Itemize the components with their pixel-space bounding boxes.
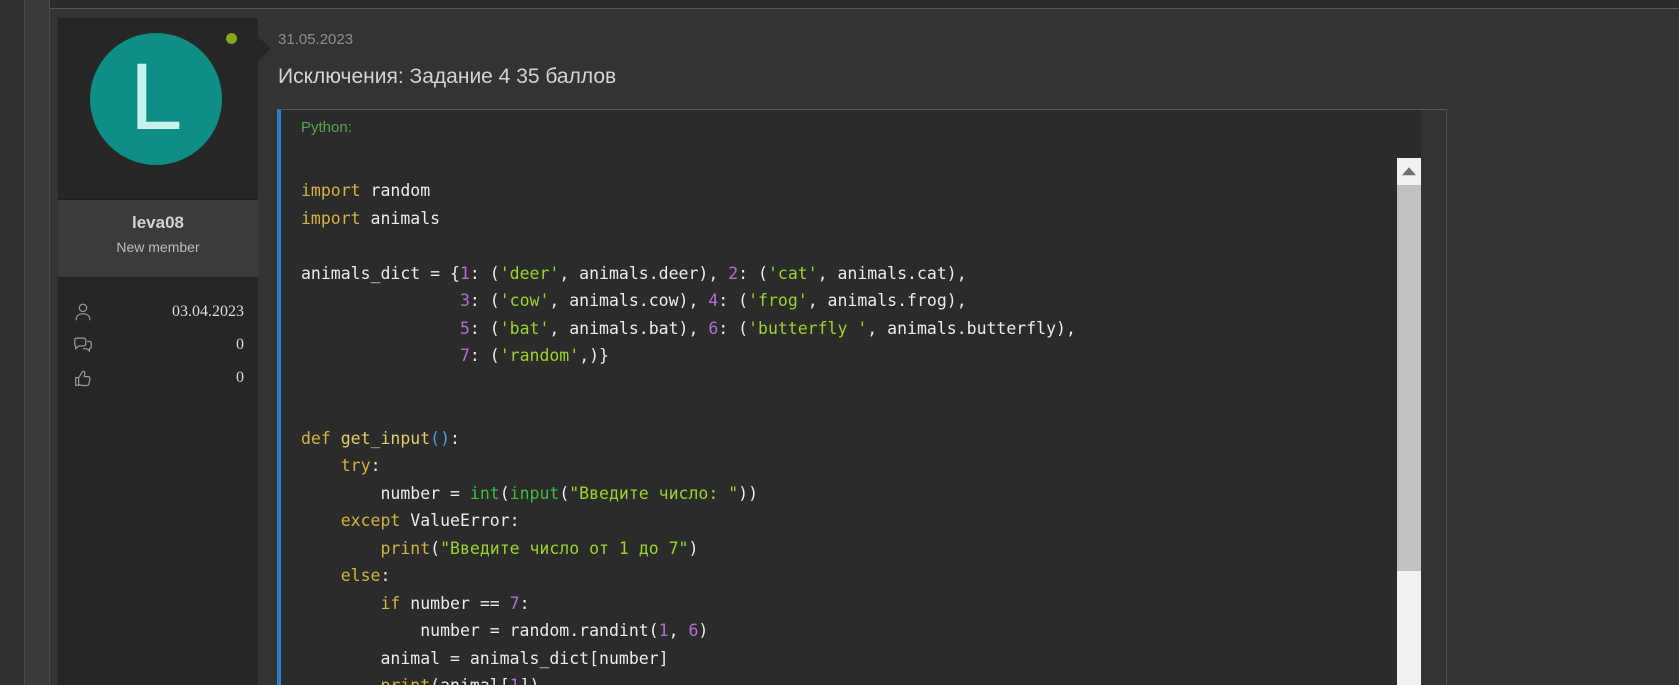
code-line: print("Введите число от 1 до 7") bbox=[301, 535, 1397, 563]
code-line bbox=[301, 232, 1397, 260]
chat-icon bbox=[72, 334, 94, 356]
code-line bbox=[301, 370, 1397, 398]
code-line: 7: ('random',)} bbox=[301, 342, 1397, 370]
code-line: print(animal[1]) bbox=[301, 672, 1397, 685]
message-count-value: 0 bbox=[236, 336, 244, 354]
stat-row-messages: 0 bbox=[72, 328, 244, 361]
stat-row-joined: 03.04.2023 bbox=[72, 295, 244, 328]
code-line: import random bbox=[301, 177, 1397, 205]
thumbs-up-icon bbox=[72, 367, 94, 389]
code-language-label: Python: bbox=[281, 110, 1421, 136]
code-line: animal = animals_dict[number] bbox=[301, 645, 1397, 673]
join-date-value: 03.04.2023 bbox=[172, 303, 244, 321]
speech-bubble-tail bbox=[258, 37, 271, 61]
user-stats: 03.04.2023 0 0 bbox=[58, 278, 258, 394]
like-count-value: 0 bbox=[236, 369, 244, 387]
code-line: def get_input(): bbox=[301, 425, 1397, 453]
code-line: 5: ('bat', animals.bat), 6: ('butterfly … bbox=[301, 315, 1397, 343]
scroll-up-arrow-icon bbox=[1402, 167, 1416, 175]
user-title-strip: leva08 New member bbox=[58, 199, 258, 278]
code-line: try: bbox=[301, 452, 1397, 480]
code-block-inner: Python: import randomimport animals anim… bbox=[281, 110, 1421, 685]
person-icon bbox=[72, 301, 94, 323]
scrollbar-thumb[interactable] bbox=[1397, 185, 1421, 571]
code-line: except ValueError: bbox=[301, 507, 1397, 535]
code-line: if number == 7: bbox=[301, 590, 1397, 618]
code-line: animals_dict = {1: ('deer', animals.deer… bbox=[301, 260, 1397, 288]
page-gutter bbox=[24, 0, 50, 685]
code-line bbox=[301, 397, 1397, 425]
page-left-background bbox=[0, 0, 24, 685]
avatar[interactable]: L bbox=[90, 33, 222, 165]
code-line: import animals bbox=[301, 205, 1397, 233]
code-block: Python: import randomimport animals anim… bbox=[277, 109, 1447, 685]
online-indicator-icon bbox=[226, 33, 237, 44]
code-scrollbar[interactable] bbox=[1397, 158, 1421, 685]
stat-row-likes: 0 bbox=[72, 361, 244, 394]
post-title: Исключения: Задание 4 35 баллов bbox=[278, 65, 616, 89]
code-line: 3: ('cow', animals.cow), 4: ('frog', ani… bbox=[301, 287, 1397, 315]
username-link[interactable]: leva08 bbox=[58, 213, 258, 233]
post-container: L leva08 New member 03.04.2023 bbox=[50, 8, 1679, 685]
user-cell: L leva08 New member 03.04.2023 bbox=[58, 18, 258, 685]
code-line: else: bbox=[301, 562, 1397, 590]
scrollbar-up-button[interactable] bbox=[1397, 158, 1421, 185]
user-role-label: New member bbox=[58, 239, 258, 255]
code-content: import randomimport animals animals_dict… bbox=[281, 158, 1397, 685]
forum-post-page: L leva08 New member 03.04.2023 bbox=[0, 0, 1679, 685]
code-line: number = int(input("Введите число: ")) bbox=[301, 480, 1397, 508]
code-line: number = random.randint(1, 6) bbox=[301, 617, 1397, 645]
post-date-permalink[interactable]: 31.05.2023 bbox=[278, 31, 353, 48]
